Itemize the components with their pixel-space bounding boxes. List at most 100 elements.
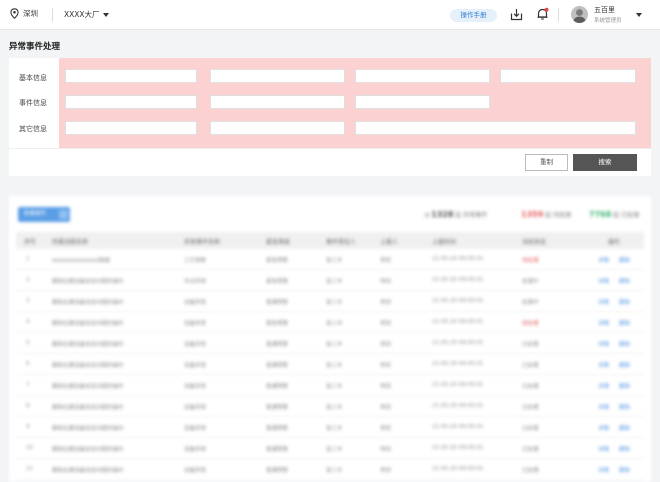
delete-link[interactable]: 删除 xyxy=(619,382,630,390)
cell-flow-name: AAAAAAAAAAAA跨越 xyxy=(52,258,110,264)
view-detail-link[interactable]: 详情 xyxy=(598,424,609,432)
event-info-input-3[interactable] xyxy=(355,95,490,109)
other-info-input-3[interactable] xyxy=(355,121,636,135)
manual-button[interactable]: 操作手册 xyxy=(450,9,497,22)
other-info-input-2[interactable] xyxy=(210,121,345,135)
table-row: 3 删除在建设备状态问题的操作 设备异常 普通预警 张三丰 李四 21-05-20 09:0… xyxy=(16,291,644,312)
stat-pending: 1359 起 待处理 xyxy=(521,210,571,219)
delete-link[interactable]: 删除 xyxy=(619,340,630,348)
bell-icon[interactable] xyxy=(536,7,549,21)
stat-total-label: 异常事件 xyxy=(463,212,488,219)
cell-owner: 张三丰 xyxy=(326,426,343,432)
cell-index: 10 xyxy=(26,445,33,451)
view-detail-link[interactable]: 详情 xyxy=(598,403,609,411)
col-header[interactable]: 当前状态 xyxy=(522,237,546,246)
factory-selector[interactable]: XXXX大厂 xyxy=(64,9,109,20)
cell-index: 9 xyxy=(26,424,30,430)
cell-report-time: 21-05-20 09:05:01 xyxy=(432,319,484,325)
cell-report-time: 21-05-20 09:05:01 xyxy=(432,361,484,367)
cell-flow-name: 删除在建设备状态问题的操作 xyxy=(52,468,124,474)
reset-button[interactable]: 重制 xyxy=(525,154,568,171)
delete-link[interactable]: 删除 xyxy=(619,445,630,453)
search-button[interactable]: 搜索 xyxy=(573,154,637,171)
cell-urgency-level: 普通预警 xyxy=(266,405,289,411)
cell-index: 6 xyxy=(26,361,30,367)
cell-flow-name: 删除在建设备状态问题的操作 xyxy=(52,342,124,348)
cell-status: 待处理 xyxy=(522,321,539,327)
form-fields-area xyxy=(59,58,651,148)
user-name: 五百里 xyxy=(594,6,615,14)
cell-report-time: 21-05-20 09:05:01 xyxy=(432,256,484,262)
basic-info-input-3[interactable] xyxy=(355,69,490,83)
view-detail-link[interactable]: 详情 xyxy=(598,445,609,453)
stat-pending-value: 1359 xyxy=(521,210,544,219)
basic-info-input-1[interactable] xyxy=(65,69,197,83)
table-row: 8 删除在建设备状态问题的操作 设备异常 普通预警 张三丰 李四 21-05-20 09:0… xyxy=(16,396,644,417)
user-silhouette-icon xyxy=(573,9,586,23)
view-detail-link[interactable]: 详情 xyxy=(598,340,609,348)
col-header: 异常事件名称 xyxy=(184,239,221,246)
cell-reporter: 李四 xyxy=(380,405,392,411)
cell-flow-name: 删除在建设备状态问题的操作 xyxy=(52,447,124,453)
basic-info-input-4[interactable] xyxy=(500,69,636,83)
factory-label: XXXX大厂 xyxy=(64,10,100,19)
cell-event-name: 作业异常 xyxy=(184,279,207,285)
delete-link[interactable]: 删除 xyxy=(619,466,630,474)
view-detail-link[interactable]: 详情 xyxy=(598,256,609,264)
event-info-input-1[interactable] xyxy=(65,95,197,109)
view-detail-link[interactable]: 详情 xyxy=(598,382,609,390)
location-selector[interactable]: 深圳 xyxy=(10,8,38,19)
delete-link[interactable]: 删除 xyxy=(619,277,630,285)
user-role: 系统管理员 xyxy=(594,18,622,24)
cell-status: 已处理 xyxy=(522,447,539,453)
cell-urgency-level: 紧急预警 xyxy=(266,258,289,264)
cell-flow-name: 删除在建设备状态问题的操作 xyxy=(52,426,124,432)
event-info-input-2[interactable] xyxy=(210,95,345,109)
cell-status: 处理中 xyxy=(522,300,539,306)
delete-link[interactable]: 删除 xyxy=(619,424,630,432)
cell-urgency-level: 普通预警 xyxy=(266,468,289,474)
view-detail-link[interactable]: 详情 xyxy=(598,466,609,474)
chevron-down-icon[interactable] xyxy=(636,13,642,17)
download-icon[interactable] xyxy=(510,8,523,21)
stat-pending-label: 待处理 xyxy=(553,212,572,219)
delete-link[interactable]: 删除 xyxy=(619,256,630,264)
page-title: 异常事件处理 xyxy=(9,42,61,52)
delete-link[interactable]: 删除 xyxy=(619,361,630,369)
header-divider xyxy=(52,8,53,22)
cell-owner: 张三丰 xyxy=(326,342,343,348)
stat-total-value: 1328 xyxy=(431,210,454,219)
col-header[interactable]: 上报人 xyxy=(380,237,398,246)
view-detail-link[interactable]: 详情 xyxy=(598,361,609,369)
cell-status: 已处理 xyxy=(522,363,539,369)
col-header[interactable]: 紧急等级 xyxy=(266,237,290,246)
top-header: 深圳 XXXX大厂 操作手册 五百里 系统管理员 xyxy=(0,0,660,30)
view-detail-link[interactable]: 详情 xyxy=(598,298,609,306)
cell-index: 11 xyxy=(26,466,33,472)
add-event-button[interactable]: 新建事件 xyxy=(18,207,70,222)
view-detail-link[interactable]: 详情 xyxy=(598,277,609,285)
col-header[interactable]: 事件责任人 xyxy=(326,237,356,246)
avatar[interactable] xyxy=(571,6,588,23)
cell-reporter: 李四 xyxy=(380,468,392,474)
cell-event-name: 设备异常 xyxy=(184,426,207,432)
col-header[interactable]: 上报时间 xyxy=(432,237,456,246)
delete-link[interactable]: 删除 xyxy=(619,319,630,327)
cell-index: 5 xyxy=(26,340,30,346)
cell-index: 7 xyxy=(26,382,30,388)
basic-info-input-2[interactable] xyxy=(210,69,345,83)
cell-event-name: 设备异常 xyxy=(184,363,207,369)
other-info-input-1[interactable] xyxy=(65,121,197,135)
delete-link[interactable]: 删除 xyxy=(619,403,630,411)
cell-reporter: 李四 xyxy=(380,300,392,306)
cell-event-name: 设备异常 xyxy=(184,384,207,390)
delete-link[interactable]: 删除 xyxy=(619,298,630,306)
cell-flow-name: 删除在建设备状态问题的操作 xyxy=(52,363,124,369)
form-label-basic: 基本信息 xyxy=(19,74,47,82)
stat-done-value: 7768 xyxy=(589,210,612,219)
cell-event-name: 设备异常 xyxy=(184,342,207,348)
cell-report-time: 21-05-20 09:05:01 xyxy=(432,382,484,388)
col-header: 操作 xyxy=(608,239,621,246)
view-detail-link[interactable]: 详情 xyxy=(598,319,609,327)
cell-flow-name: 删除在建设备状态问题的操作 xyxy=(52,279,124,285)
